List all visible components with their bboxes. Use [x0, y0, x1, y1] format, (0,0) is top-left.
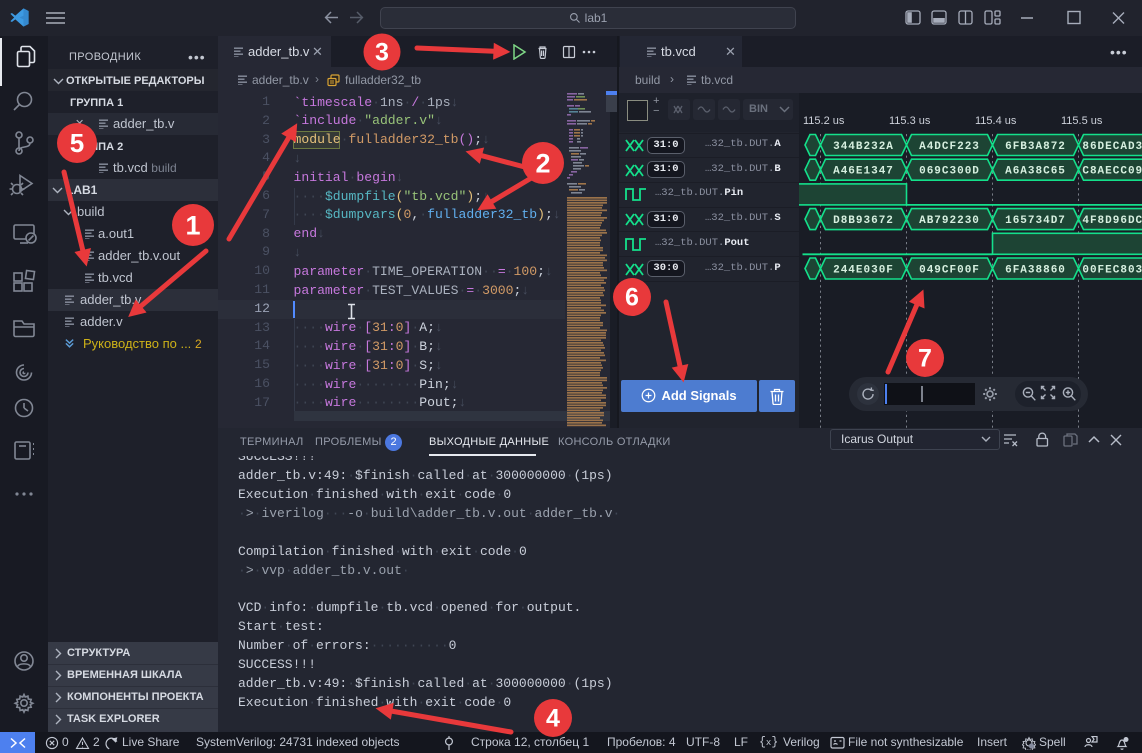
svg-text:C8AECC09: C8AECC09: [1082, 166, 1142, 178]
svg-text:049CF00F: 049CF00F: [919, 264, 980, 276]
svg-text:86DECAD3: 86DECAD3: [1082, 141, 1142, 153]
svg-text:00FEC803: 00FEC803: [1082, 264, 1142, 276]
svg-text:244E030F: 244E030F: [833, 264, 894, 276]
svg-text:4F8D96DC: 4F8D96DC: [1082, 215, 1142, 227]
svg-text:D8B93672: D8B93672: [833, 215, 894, 227]
svg-text:069C300D: 069C300D: [919, 166, 980, 178]
svg-text:6FB3A872: 6FB3A872: [1005, 141, 1066, 153]
svg-text:A6A38C65: A6A38C65: [1005, 166, 1066, 178]
svg-text:A46E1347: A46E1347: [833, 166, 894, 178]
svg-text:A4DCF223: A4DCF223: [919, 141, 980, 153]
svg-text:6FA38860: 6FA38860: [1005, 264, 1066, 276]
svg-text:344B232A: 344B232A: [833, 141, 894, 153]
svg-text:165734D7: 165734D7: [1005, 215, 1066, 227]
svg-text:AB792230: AB792230: [919, 215, 980, 227]
